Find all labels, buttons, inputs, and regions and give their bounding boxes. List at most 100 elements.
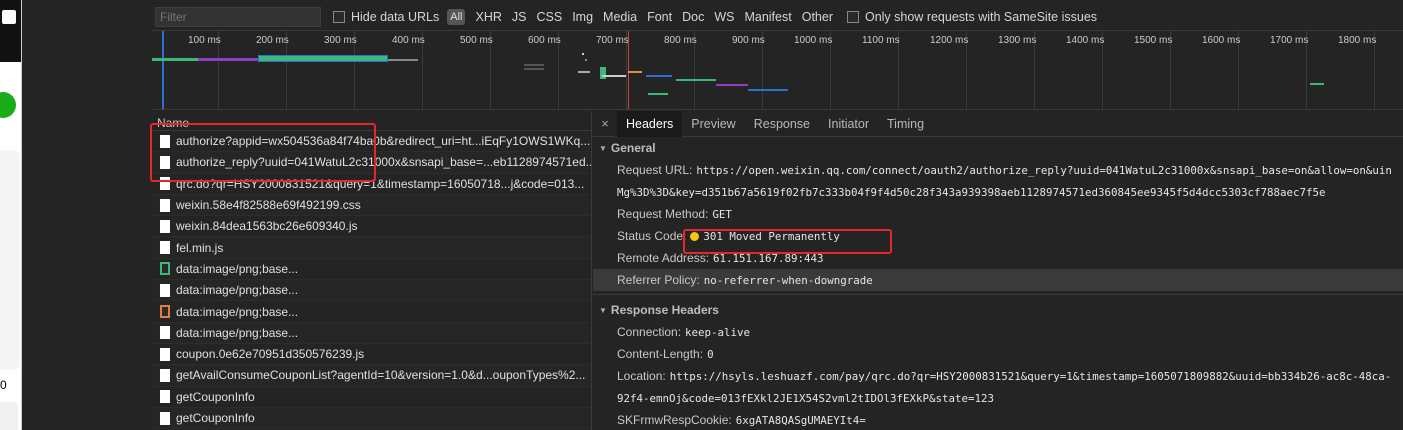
request-details-panel: × Headers Preview Response Initiator Tim… — [593, 110, 1403, 430]
tick-label: 100 ms — [188, 35, 221, 46]
request-bar — [602, 75, 626, 77]
request-row[interactable]: weixin.58e4f82588e69f492199.css — [152, 194, 591, 217]
header-row-referrer-policy: Referrer Policy: no-referrer-when-downgra… — [593, 269, 1403, 291]
file-icon — [160, 198, 170, 212]
request-bar — [585, 59, 587, 61]
request-name: data:image/png;base... — [176, 304, 299, 319]
close-icon[interactable]: × — [593, 116, 617, 131]
filter-bar: Hide data URLs All XHR JS CSS Img Media … — [152, 6, 1403, 28]
type-filter-other[interactable]: Other — [802, 10, 833, 24]
request-row[interactable]: data:image/png;base... — [152, 322, 591, 344]
request-bar — [524, 64, 544, 66]
header-value: keep-alive — [685, 326, 751, 339]
request-row[interactable]: getAvailConsumeCouponList?agentId=10&ver… — [152, 365, 591, 387]
hide-data-urls-checkbox[interactable] — [333, 11, 345, 23]
wechat-icon — [0, 92, 16, 118]
request-name: weixin.58e4f82588e69f492199.css — [176, 198, 361, 213]
tick-label: 300 ms — [324, 35, 357, 46]
phone-icon — [2, 10, 16, 24]
type-filter-ws[interactable]: WS — [714, 10, 734, 24]
dom-content-loaded-line — [162, 31, 164, 109]
request-bar — [646, 75, 672, 77]
tick-label: 1500 ms — [1134, 35, 1173, 46]
header-key: Location: — [617, 369, 666, 383]
tick-label: 400 ms — [392, 35, 425, 46]
type-filter-all[interactable]: All — [447, 9, 466, 25]
tick-label: 700 ms — [596, 35, 629, 46]
type-filter-manifest[interactable]: Manifest — [744, 10, 791, 24]
header-key: SKFrmwRespCookie: — [617, 413, 732, 427]
header-row-request-url-cont: Mg%3D%3D&key=d351b67a5619f02fb7c333b04f9… — [593, 181, 1403, 203]
file-icon — [160, 390, 170, 404]
tick-label: 900 ms — [732, 35, 765, 46]
header-key: Content-Length: — [617, 347, 704, 361]
tick-label: 1800 ms — [1338, 35, 1377, 46]
tab-response[interactable]: Response — [745, 111, 819, 137]
tick-label: 600 ms — [528, 35, 561, 46]
type-filter-media[interactable]: Media — [603, 10, 637, 24]
phone-status-bar — [0, 0, 21, 62]
request-name: data:image/png;base... — [176, 261, 299, 276]
triangle-down-icon: ▼ — [599, 306, 607, 315]
file-icon — [160, 347, 170, 361]
tick-label: 1700 ms — [1270, 35, 1309, 46]
request-row[interactable]: coupon.0e62e70951d350576239.js — [152, 344, 591, 366]
tab-headers[interactable]: Headers — [617, 110, 683, 137]
header-value: GET — [712, 208, 732, 221]
request-bar — [748, 89, 788, 91]
tab-initiator[interactable]: Initiator — [819, 111, 878, 137]
type-filter-font[interactable]: Font — [647, 10, 672, 24]
devtools-gutter — [22, 0, 152, 430]
request-row[interactable]: fel.min.js — [152, 237, 591, 259]
header-row-request-method: Request Method: GET — [593, 203, 1403, 225]
header-row-request-url: Request URL: https://open.weixin.qq.com/c… — [593, 159, 1403, 181]
type-filter-js[interactable]: JS — [512, 10, 527, 24]
phone-text: 0 — [0, 378, 7, 392]
tab-timing[interactable]: Timing — [878, 111, 933, 137]
request-row[interactable]: weixin.84dea1563bc26e609340.js — [152, 216, 591, 238]
header-value: 92f4-emnOj&code=013fEXkl2JE1X54S2vml2tID… — [617, 392, 995, 405]
timeline-overview[interactable]: 100 ms 200 ms 300 ms 400 ms 500 ms 600 m… — [152, 30, 1403, 110]
samesite-checkbox[interactable] — [846, 11, 859, 23]
request-row[interactable]: data:image/png;base... — [152, 301, 591, 323]
request-bar — [524, 68, 544, 70]
tab-preview[interactable]: Preview — [682, 111, 744, 137]
section-divider — [593, 294, 1403, 295]
details-tabs: × Headers Preview Response Initiator Tim… — [593, 110, 1403, 137]
type-filter-css[interactable]: CSS — [536, 10, 562, 24]
tick-label: 1000 ms — [794, 35, 833, 46]
image-dark-icon — [160, 283, 170, 297]
request-bar — [1310, 83, 1324, 85]
response-headers-section-header[interactable]: ▼ Response Headers — [593, 299, 1403, 321]
type-filter-doc[interactable]: Doc — [682, 10, 704, 24]
request-row[interactable]: data:image/png;base... — [152, 259, 591, 281]
header-value: Mg%3D%3D&key=d351b67a5619f02fb7c333b04f9… — [617, 186, 1326, 199]
general-section-header[interactable]: ▼ General — [593, 137, 1403, 159]
load-event-line — [628, 31, 629, 109]
header-value: 0 — [707, 348, 714, 361]
request-name: data:image/png;base... — [176, 283, 299, 298]
tick-label: 1400 ms — [1066, 35, 1105, 46]
request-name: fel.min.js — [176, 240, 224, 255]
filter-input[interactable] — [155, 7, 321, 27]
header-key: Request Method: — [617, 207, 709, 221]
devtools-network-panel: Hide data URLs All XHR JS CSS Img Media … — [150, 0, 1403, 430]
request-name: coupon.0e62e70951d350576239.js — [176, 347, 365, 362]
phone-card — [0, 150, 20, 370]
request-row[interactable]: getCouponInfo — [152, 387, 591, 408]
header-row-content-length: Content-Length: 0 — [593, 343, 1403, 365]
file-icon — [160, 368, 170, 382]
header-row-connection: Connection: keep-alive — [593, 321, 1403, 343]
request-bar — [582, 53, 584, 55]
type-filter-img[interactable]: Img — [572, 10, 593, 24]
annotation-box-status — [683, 229, 892, 254]
type-filter-xhr[interactable]: XHR — [475, 10, 501, 24]
header-row-cookie: SKFrmwRespCookie: 6xgATA8QASgUMAEYIt4= — [593, 409, 1403, 430]
request-row[interactable]: data:image/png;base... — [152, 280, 591, 302]
request-row[interactable]: getCouponInfo — [152, 407, 591, 430]
tick-label: 500 ms — [460, 35, 493, 46]
header-value: https://open.weixin.qq.com/connect/oauth… — [696, 164, 1392, 177]
tick-label: 1200 ms — [930, 35, 969, 46]
file-icon — [160, 411, 170, 425]
request-name: getAvailConsumeCouponList?agentId=10&ver… — [176, 368, 586, 383]
